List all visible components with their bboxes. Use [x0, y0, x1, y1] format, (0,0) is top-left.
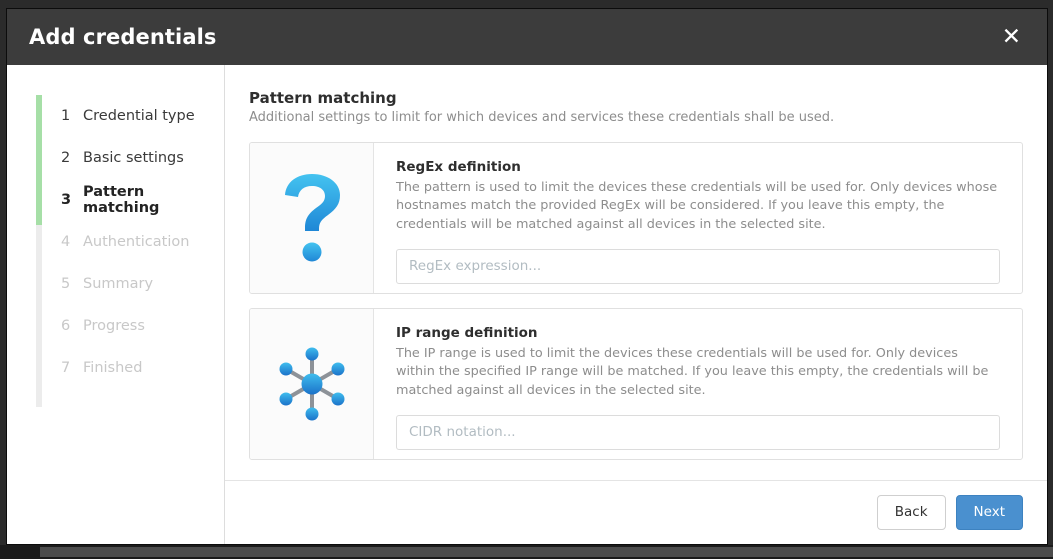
network-hub-icon [273, 345, 351, 423]
close-icon[interactable]: ✕ [998, 24, 1025, 51]
sidebar-step-basic-settings[interactable]: 2 Basic settings [61, 137, 224, 179]
step-number: 7 [61, 360, 83, 376]
ip-range-card-title: IP range definition [396, 325, 1000, 341]
backdrop-bottom-strip [0, 545, 1053, 559]
wizard-step-list: 1 Credential type 2 Basic settings 3 Pat… [7, 95, 224, 389]
question-mark-icon [276, 172, 348, 264]
regex-card-icon-panel [250, 143, 374, 293]
ip-range-card-body: IP range definition The IP range is used… [374, 309, 1022, 459]
regex-card-body: RegEx definition The pattern is used to … [374, 143, 1022, 293]
wizard-content: Pattern matching Additional settings to … [225, 65, 1047, 544]
sidebar-step-finished: 7 Finished [61, 347, 224, 389]
ip-range-card-description: The IP range is used to limit the device… [396, 345, 1000, 400]
page-subtitle: Additional settings to limit for which d… [249, 110, 1023, 125]
sidebar-step-credential-type[interactable]: 1 Credential type [61, 95, 224, 137]
back-button[interactable]: Back [877, 495, 946, 530]
step-number: 1 [61, 108, 83, 124]
sidebar-step-summary: 5 Summary [61, 263, 224, 305]
step-label: Progress [83, 318, 145, 334]
regex-definition-card: RegEx definition The pattern is used to … [249, 142, 1023, 294]
regex-expression-input[interactable] [396, 249, 1000, 284]
regex-card-title: RegEx definition [396, 159, 1000, 175]
next-button[interactable]: Next [956, 495, 1023, 530]
dialog-header: Add credentials ✕ [7, 9, 1047, 65]
add-credentials-dialog: Add credentials ✕ 1 Credential type 2 Ba… [6, 8, 1048, 545]
ip-range-definition-card: IP range definition The IP range is used… [249, 308, 1023, 460]
step-label: Pattern matching [83, 184, 224, 216]
step-label: Authentication [83, 234, 189, 250]
step-number: 4 [61, 234, 83, 250]
sidebar-step-authentication: 4 Authentication [61, 221, 224, 263]
step-label: Summary [83, 276, 153, 292]
step-label: Basic settings [83, 150, 184, 166]
sidebar-step-progress: 6 Progress [61, 305, 224, 347]
dialog-body: 1 Credential type 2 Basic settings 3 Pat… [7, 65, 1047, 544]
wizard-sidebar: 1 Credential type 2 Basic settings 3 Pat… [7, 65, 225, 544]
dialog-title: Add credentials [29, 25, 217, 49]
step-number: 2 [61, 150, 83, 166]
ip-range-card-icon-panel [250, 309, 374, 459]
step-number: 5 [61, 276, 83, 292]
step-label: Credential type [83, 108, 195, 124]
step-label: Finished [83, 360, 142, 376]
step-number: 3 [61, 192, 83, 208]
dialog-footer: Back Next [225, 480, 1047, 544]
page-title: Pattern matching [249, 89, 1023, 107]
backdrop-bottom-strip-inner [40, 547, 1053, 557]
step-number: 6 [61, 318, 83, 334]
cidr-notation-input[interactable] [396, 415, 1000, 450]
sidebar-step-pattern-matching[interactable]: 3 Pattern matching [61, 179, 224, 221]
regex-card-description: The pattern is used to limit the devices… [396, 179, 1000, 234]
